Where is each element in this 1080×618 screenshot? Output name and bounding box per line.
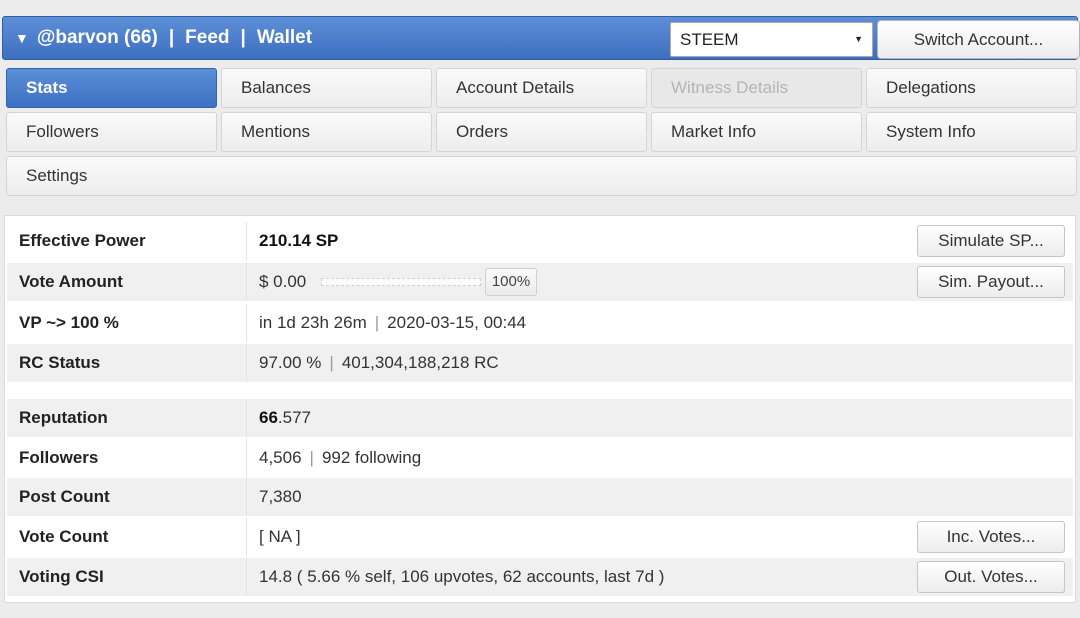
tab-witness-details[interactable]: Witness Details [651, 68, 862, 108]
row-followers: Followers 4,506 | 992 following [7, 439, 1073, 477]
account-name-link[interactable]: @barvon (66) [37, 27, 158, 49]
feed-link[interactable]: Feed [185, 27, 229, 49]
currency-select[interactable]: STEEM ▼ [670, 22, 873, 57]
inc-votes-button[interactable]: Inc. Votes... [917, 521, 1065, 553]
reputation-label: Reputation [7, 399, 247, 437]
voting-csi-label: Voting CSI [7, 558, 247, 596]
tab-orders[interactable]: Orders [436, 112, 647, 152]
wallet-link[interactable]: Wallet [257, 27, 312, 49]
rc-status-label: RC Status [7, 344, 247, 382]
effective-power-label: Effective Power [7, 222, 247, 260]
tab-balances[interactable]: Balances [221, 68, 432, 108]
tab-market-info[interactable]: Market Info [651, 112, 862, 152]
row-post-count: Post Count 7,380 [7, 478, 1073, 516]
row-effective-power: Effective Power 210.14 SP Simulate SP... [7, 222, 1073, 260]
post-count-label: Post Count [7, 478, 247, 516]
vote-weight-percent[interactable]: 100% [485, 268, 537, 296]
vp-label: VP ~> 100 % [7, 304, 247, 342]
currency-select-value: STEEM [680, 30, 739, 49]
tab-mentions[interactable]: Mentions [221, 112, 432, 152]
tab-settings[interactable]: Settings [6, 156, 1077, 196]
caret-down-icon[interactable]: ▼ [15, 30, 29, 46]
stats-panel: Effective Power 210.14 SP Simulate SP...… [4, 215, 1076, 603]
select-arrow-icon: ▼ [854, 34, 863, 44]
row-voting-csi: Voting CSI 14.8 ( 5.66 % self, 106 upvot… [7, 558, 1073, 596]
row-reputation: Reputation 66.577 [7, 399, 1073, 437]
row-vp: VP ~> 100 % in 1d 23h 26m | 2020-03-15, 00… [7, 304, 1073, 342]
vote-weight-slider[interactable] [321, 278, 481, 286]
row-vote-amount: Vote Amount $ 0.00 100% Sim. Payout... [7, 263, 1073, 301]
vote-count-value: [ NA ] [259, 527, 301, 546]
row-rc-status: RC Status 97.00 % | 401,304,188,218 RC [7, 344, 1073, 382]
sim-payout-button[interactable]: Sim. Payout... [917, 266, 1065, 298]
vp-date: 2020-03-15, 00:44 [387, 313, 527, 332]
vp-time: in 1d 23h 26m [259, 313, 367, 332]
effective-power-value: 210.14 SP [259, 231, 339, 250]
out-votes-button[interactable]: Out. Votes... [917, 561, 1065, 593]
tab-system-info[interactable]: System Info [866, 112, 1077, 152]
rc-percent: 97.00 % [259, 353, 322, 372]
rc-value: 401,304,188,218 RC [341, 353, 499, 372]
switch-account-button[interactable]: Switch Account... [877, 20, 1080, 59]
reputation-value: 66.577 [259, 408, 312, 427]
tab-followers[interactable]: Followers [6, 112, 217, 152]
followers-count: 4,506 [259, 448, 302, 467]
separator: | [309, 448, 314, 467]
tab-delegations[interactable]: Delegations [866, 68, 1077, 108]
tab-stats[interactable]: Stats [6, 68, 217, 108]
following-count: 992 following [321, 448, 422, 467]
separator: | [374, 313, 380, 332]
followers-label: Followers [7, 439, 247, 477]
separator: | [168, 27, 175, 48]
vote-amount-label: Vote Amount [7, 263, 247, 301]
vote-amount-value: $ 0.00 [259, 272, 307, 291]
tab-account-details[interactable]: Account Details [436, 68, 647, 108]
separator: | [240, 27, 246, 48]
account-header: ▼ @barvon (66) | Feed | Wallet STEEM ▼ S… [2, 16, 1080, 60]
vote-count-label: Vote Count [7, 518, 247, 556]
post-count-value: 7,380 [259, 487, 302, 506]
row-vote-count: Vote Count [ NA ] Inc. Votes... [7, 518, 1073, 556]
simulate-sp-button[interactable]: Simulate SP... [917, 225, 1065, 257]
voting-csi-value: 14.8 ( 5.66 % self, 106 upvotes, 62 acco… [259, 567, 665, 586]
separator: | [329, 353, 334, 372]
